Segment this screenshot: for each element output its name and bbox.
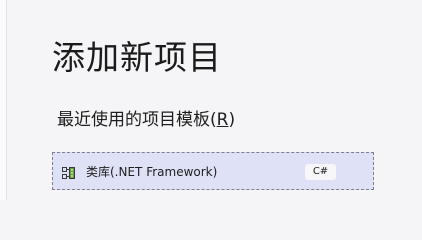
language-badge: C# bbox=[305, 164, 336, 180]
add-new-project-page: 添加新项目 最近使用的项目模板(R) 类库(.NET Framework) C# bbox=[0, 0, 422, 200]
recent-templates-heading-suffix: ) bbox=[228, 110, 236, 130]
recent-templates-heading-mnemonic: R bbox=[216, 110, 229, 130]
class-library-icon bbox=[62, 165, 76, 179]
recent-template-item-class-library[interactable]: 类库(.NET Framework) C# bbox=[52, 152, 374, 190]
recent-templates-heading-prefix: 最近使用的项目模板( bbox=[57, 110, 217, 130]
recent-templates-heading: 最近使用的项目模板(R) bbox=[57, 108, 235, 132]
template-item-label: 类库(.NET Framework) bbox=[86, 165, 218, 179]
left-edge-divider bbox=[0, 0, 7, 200]
page-title: 添加新项目 bbox=[52, 38, 222, 77]
